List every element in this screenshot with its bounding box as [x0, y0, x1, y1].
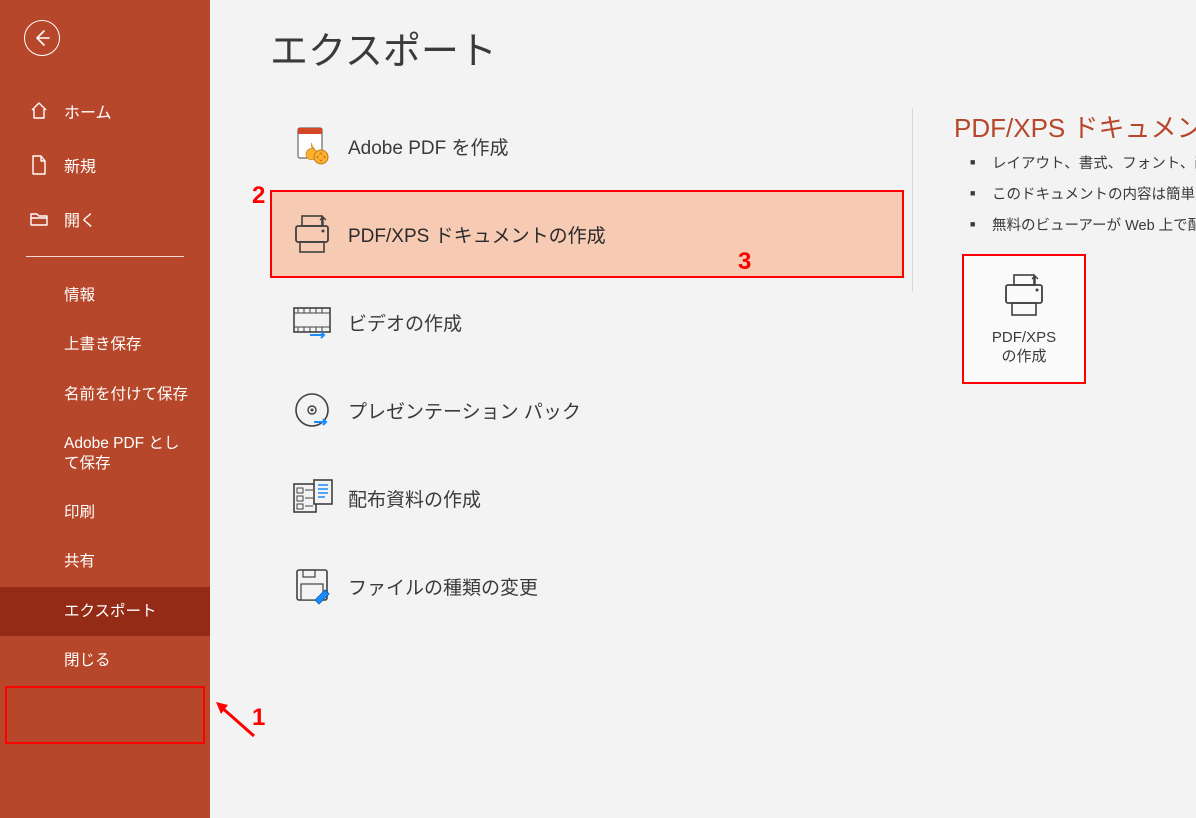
nav-save-as[interactable]: 名前を付けて保存 [0, 370, 210, 419]
detail-bullet: このドキュメントの内容は簡単に変更できません [970, 186, 1196, 205]
panel-divider [912, 108, 913, 292]
video-icon [282, 294, 342, 350]
home-icon [28, 101, 50, 121]
export-option-package[interactable]: プレゼンテーション パック [270, 366, 904, 454]
nav-new[interactable]: 新規 [0, 138, 210, 192]
export-option-pdf-xps[interactable]: PDF/XPS ドキュメントの作成 [270, 190, 904, 278]
nav-print[interactable]: 印刷 [0, 488, 210, 537]
export-option-label: プレゼンテーション パック [348, 397, 581, 424]
export-option-label: ファイルの種類の変更 [348, 573, 538, 600]
export-option-label: PDF/XPS ドキュメントの作成 [348, 221, 606, 248]
back-button[interactable] [24, 20, 60, 56]
nav-primary-group: ホーム 新規 開く [0, 84, 210, 246]
backstage-sidebar: ホーム 新規 開く 情報 上書き保存 名前を付けて保存 Adobe PDF とし… [0, 0, 210, 818]
nav-info[interactable]: 情報 [0, 271, 210, 320]
nav-adobe-save[interactable]: Adobe PDF として保存 [0, 419, 210, 488]
nav-open-label: 開く [64, 207, 96, 231]
main-panel: エクスポート Adobe PDF を作成 [210, 0, 1196, 818]
create-pdf-xps-label: PDF/XPS の作成 [992, 329, 1056, 367]
cd-package-icon [282, 382, 342, 438]
detail-pane-bullets: レイアウト、書式、フォント、画像がそのまま維持されます このドキュメントの内容は… [954, 155, 1196, 236]
folder-open-icon [28, 210, 50, 228]
pdf-xps-icon [282, 206, 342, 262]
export-option-label: 配布資料の作成 [348, 485, 481, 512]
export-option-handouts[interactable]: 配布資料の作成 [270, 454, 904, 542]
new-file-icon [28, 155, 50, 175]
nav-export[interactable]: エクスポート [0, 587, 210, 636]
nav-close[interactable]: 閉じる [0, 636, 210, 685]
nav-secondary-group: 情報 上書き保存 名前を付けて保存 Adobe PDF として保存 印刷 共有 … [0, 271, 210, 685]
create-pdf-xps-button[interactable]: PDF/XPS の作成 [962, 254, 1086, 384]
export-detail-pane: PDF/XPS ドキュメントの作成 レイアウト、書式、フォント、画像がそのまま維… [954, 108, 1196, 248]
nav-divider [26, 256, 184, 257]
nav-save[interactable]: 上書き保存 [0, 320, 210, 369]
nav-new-label: 新規 [64, 153, 96, 177]
detail-pane-title: PDF/XPS ドキュメントの作成 [954, 108, 1196, 145]
detail-bullet: 無料のビューアーが Web 上で配布されています [970, 217, 1196, 236]
export-option-video[interactable]: ビデオの作成 [270, 278, 904, 366]
nav-home[interactable]: ホーム [0, 84, 210, 138]
page-title: エクスポート [270, 20, 497, 75]
arrow-left-icon [32, 28, 52, 48]
nav-open[interactable]: 開く [0, 192, 210, 246]
export-option-label: ビデオの作成 [348, 309, 462, 336]
export-options-list: Adobe PDF を作成 PDF/XPS ドキュメントの作成 [270, 102, 904, 630]
nav-home-label: ホーム [64, 99, 112, 123]
change-filetype-icon [282, 558, 342, 614]
handouts-icon [282, 470, 342, 526]
nav-share[interactable]: 共有 [0, 537, 210, 586]
detail-bullet: レイアウト、書式、フォント、画像がそのまま維持されます [970, 155, 1196, 174]
adobe-pdf-icon [282, 118, 342, 174]
export-option-change-type[interactable]: ファイルの種類の変更 [270, 542, 904, 630]
export-option-label: Adobe PDF を作成 [348, 133, 509, 160]
export-option-adobe-pdf[interactable]: Adobe PDF を作成 [270, 102, 904, 190]
printer-export-icon [996, 271, 1052, 319]
